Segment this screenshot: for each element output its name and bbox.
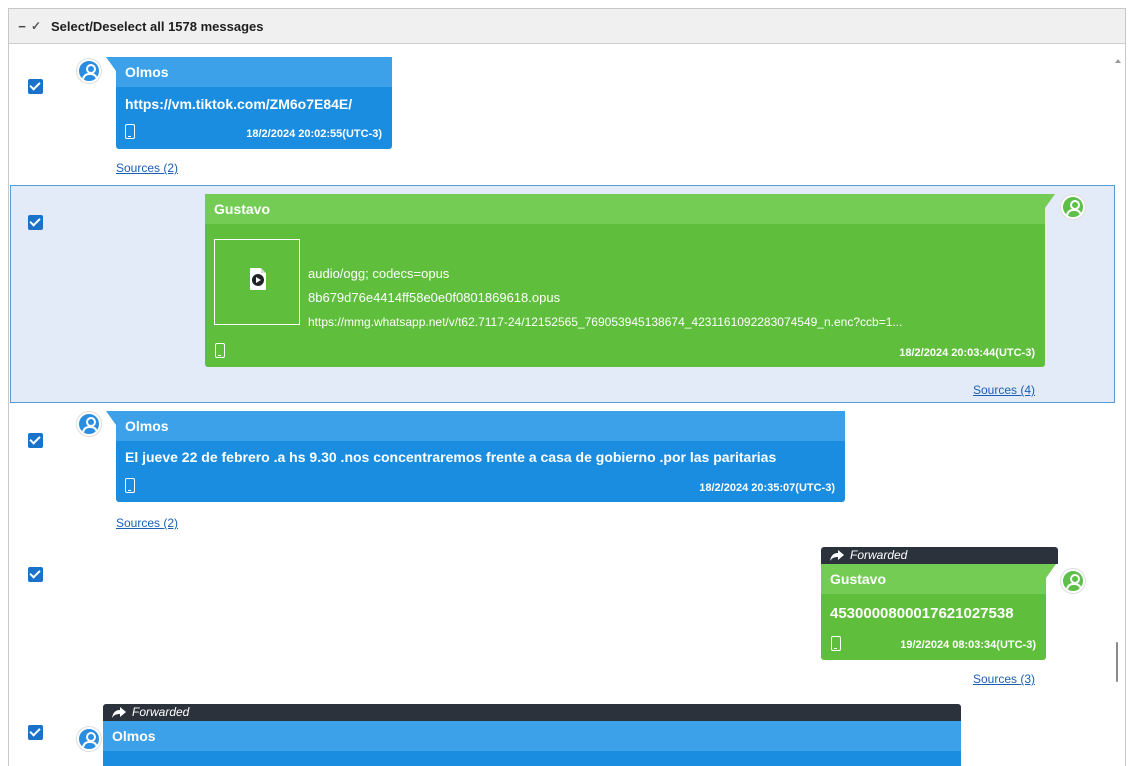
sender-name: Gustavo [205, 194, 1045, 224]
vertical-scrollbar[interactable] [1111, 45, 1125, 766]
contact-avatar-icon [77, 59, 101, 83]
message-text: 4530000800017621027538 [830, 605, 1014, 622]
sender-name: Olmos [116, 57, 392, 87]
message-bubble: Olmos https://vm.tiktok.com/ZM6o7E84E/ 1… [106, 57, 392, 149]
message-checkbox[interactable] [28, 433, 43, 448]
message-timestamp: 18/2/2024 20:03:44(UTC-3) [899, 347, 1035, 359]
scroll-thumb[interactable] [1116, 642, 1118, 682]
attachment-thumbnail[interactable] [214, 239, 300, 325]
message-bubble: Gustavo 4530000800017621027538 19/2/2024… [821, 564, 1056, 660]
message-checkbox[interactable] [28, 567, 43, 582]
select-all-label[interactable]: Select/Deselect all 1578 messages [51, 19, 263, 34]
sender-name: Olmos [116, 411, 845, 441]
phone-icon [215, 343, 225, 358]
sources-link[interactable]: Sources (2) [116, 516, 178, 530]
contact-avatar-icon [77, 727, 101, 751]
scroll-up-arrow[interactable] [1115, 59, 1121, 63]
message-checkbox[interactable] [28, 79, 43, 94]
forward-arrow-icon [112, 707, 126, 718]
message-timestamp: 18/2/2024 20:35:07(UTC-3) [699, 482, 835, 494]
message-bubble: Olmos [103, 721, 961, 766]
phone-icon [831, 636, 841, 651]
message-text: https://vm.tiktok.com/ZM6o7E84E/ [125, 96, 353, 112]
message-timestamp: 18/2/2024 20:02:55(UTC-3) [246, 128, 382, 140]
message-timestamp: 19/2/2024 08:03:34(UTC-3) [900, 639, 1036, 651]
sender-name: Olmos [103, 721, 961, 751]
contact-avatar-icon [1061, 195, 1085, 219]
sources-link[interactable]: Sources (2) [116, 161, 178, 175]
contact-avatar-icon [1061, 569, 1085, 593]
forward-arrow-icon [830, 550, 844, 561]
message-bubble: Gustavo audio/ogg; codecs=opus 8b679d76e… [205, 194, 1055, 367]
audio-file-icon [250, 268, 266, 290]
forwarded-banner: Forwarded [103, 704, 961, 721]
sources-link[interactable]: Sources (3) [973, 672, 1035, 686]
attachment-mime: audio/ogg; codecs=opus [308, 266, 450, 281]
phone-icon [125, 478, 135, 493]
phone-icon [125, 124, 135, 139]
select-all-header[interactable]: − ✓ Select/Deselect all 1578 messages [9, 9, 1125, 44]
message-checkbox[interactable] [28, 215, 43, 230]
contact-avatar-icon [77, 412, 101, 436]
sender-name: Gustavo [821, 564, 1046, 594]
forwarded-banner: Forwarded [821, 547, 1058, 564]
attachment-url: https://mmg.whatsapp.net/v/t62.7117-24/1… [308, 315, 903, 329]
message-checkbox[interactable] [28, 725, 43, 740]
forwarded-label: Forwarded [850, 548, 908, 562]
attachment-filename: 8b679d76e4414ff58e0e0f0801869618.opus [308, 290, 561, 305]
check-icon[interactable]: ✓ [31, 19, 45, 33]
sources-link[interactable]: Sources (4) [973, 383, 1035, 397]
message-bubble: Olmos El jueve 22 de febrero .a hs 9.30 … [106, 411, 845, 502]
message-list-panel: − ✓ Select/Deselect all 1578 messages Ol… [8, 8, 1126, 766]
message-text: El jueve 22 de febrero .a hs 9.30 .nos c… [125, 449, 777, 465]
forwarded-label: Forwarded [132, 705, 190, 719]
collapse-toggle[interactable]: − [13, 19, 31, 34]
